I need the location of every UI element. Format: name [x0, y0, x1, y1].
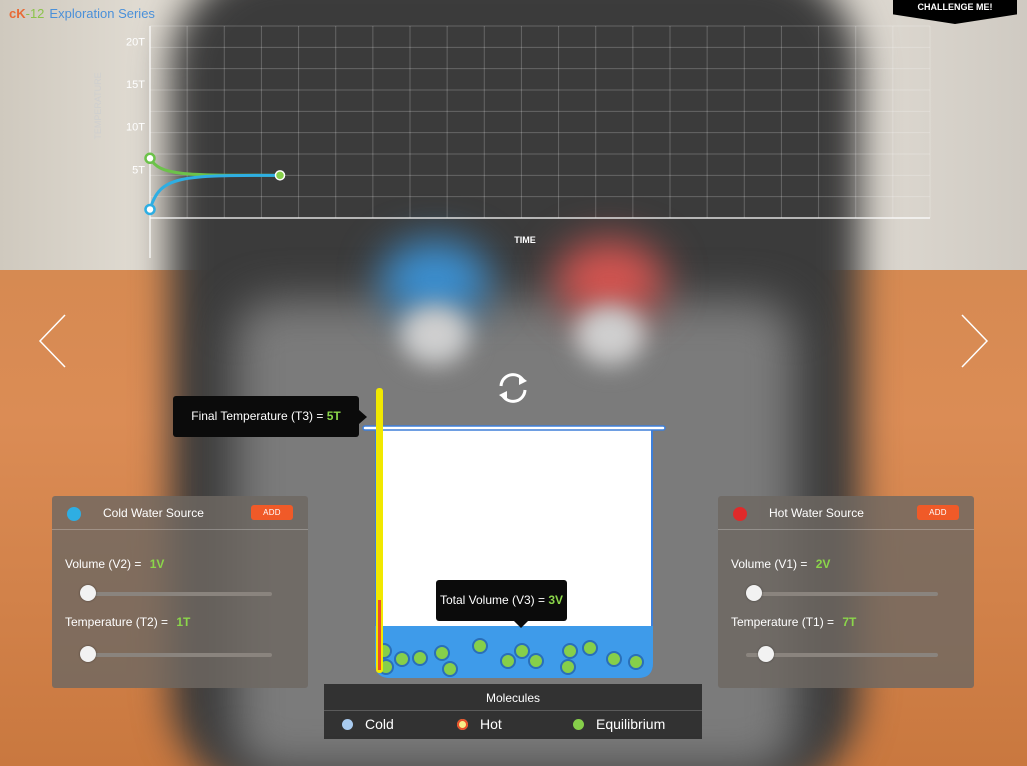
temperature-graph: TEMPERATURE TIME 5T 10T 15T 20T	[93, 25, 931, 258]
cold-volume-slider[interactable]	[80, 585, 272, 601]
legend-title: Molecules	[485, 691, 541, 705]
legend-item-cold: Cold	[342, 716, 394, 732]
series-line-0	[148, 157, 281, 177]
y-tick-label: 15T	[126, 79, 145, 91]
y-tick-label: 20T	[126, 36, 145, 48]
equilibrium-molecule	[560, 659, 576, 675]
total-volume-value: 3V	[548, 593, 564, 607]
cold-dot-icon	[67, 507, 81, 521]
hot-temperature-label: Temperature (T1) = 7T	[731, 615, 857, 629]
hot-water-panel: Hot Water Source ADD Volume (V1) = 2V Te…	[718, 496, 974, 688]
add-cold-button[interactable]: ADD	[251, 505, 293, 520]
cold-water-panel: Cold Water Source ADD Volume (V2) = 1V T…	[52, 496, 308, 688]
hot-volume-value: 2V	[815, 557, 831, 571]
slider-knob[interactable]	[80, 585, 96, 601]
slider-knob[interactable]	[80, 646, 96, 662]
previous-arrow-icon[interactable]	[38, 313, 68, 369]
equilibrium-molecule	[582, 640, 598, 656]
hot-volume-label: Volume (V1) = 2V	[731, 557, 831, 571]
hot-dot-icon	[733, 507, 747, 521]
equilibrium-molecule	[562, 643, 578, 659]
cold-volume-value: 1V	[149, 557, 165, 571]
series-line-1	[148, 173, 281, 210]
equilibrium-molecule	[514, 643, 530, 659]
equilibrium-molecule	[628, 654, 644, 670]
final-temperature-tooltip: Final Temperature (T3) = 5T	[173, 396, 367, 437]
equilibrium-molecule	[500, 653, 516, 669]
hot-panel-title: Hot Water Source	[769, 506, 864, 520]
cold-temperature-value: 1T	[176, 615, 191, 629]
equilibrium-molecule	[394, 651, 410, 667]
equilibrium-molecule	[528, 653, 544, 669]
equilibrium-molecule	[442, 661, 458, 677]
equilibrium-molecule	[472, 638, 488, 654]
reset-rotate-icon[interactable]	[494, 369, 532, 407]
cold-panel-title: Cold Water Source	[103, 506, 204, 520]
cold-temperature-label: Temperature (T2) = 1T	[65, 615, 191, 629]
legend-item-hot: Hot	[457, 716, 502, 732]
y-axis-label: TEMPERATURE	[93, 72, 103, 139]
slider-knob[interactable]	[758, 646, 775, 662]
equilibrium-point	[274, 170, 286, 181]
series-start-point-1	[144, 203, 156, 216]
x-axis-label: TIME	[514, 235, 536, 245]
cold-volume-label: Volume (V2) = 1V	[65, 557, 165, 571]
molecules-legend: Molecules Cold Hot Equilibrium	[324, 684, 702, 739]
slider-knob[interactable]	[746, 585, 762, 601]
final-temperature-value: 5T	[326, 409, 341, 423]
equilibrium-molecule-icon	[573, 719, 584, 730]
equilibrium-molecule	[434, 645, 450, 661]
thermometer-mercury	[378, 600, 381, 670]
hot-temperature-value: 7T	[842, 615, 857, 629]
series-start-point-0	[144, 152, 156, 165]
graph-series	[144, 152, 286, 216]
hot-molecule-icon	[457, 719, 468, 730]
beaker-rim	[362, 425, 666, 431]
add-hot-button[interactable]: ADD	[917, 505, 959, 520]
graph-grid	[150, 25, 931, 218]
y-tick-labels: 5T 10T 15T 20T	[126, 36, 145, 176]
legend-item-equilibrium: Equilibrium	[573, 716, 665, 732]
cold-molecule-icon	[342, 719, 353, 730]
hot-volume-slider[interactable]	[746, 585, 938, 601]
hot-temperature-slider[interactable]	[746, 646, 938, 662]
y-tick-label: 10T	[126, 122, 145, 134]
equilibrium-molecule	[412, 650, 428, 666]
cold-temperature-slider[interactable]	[80, 646, 272, 662]
beaker	[375, 429, 653, 678]
next-arrow-icon[interactable]	[959, 313, 989, 369]
equilibrium-molecule	[606, 651, 622, 667]
total-volume-tooltip: Total Volume (V3) = 3V	[436, 580, 567, 628]
y-tick-label: 5T	[132, 164, 145, 176]
